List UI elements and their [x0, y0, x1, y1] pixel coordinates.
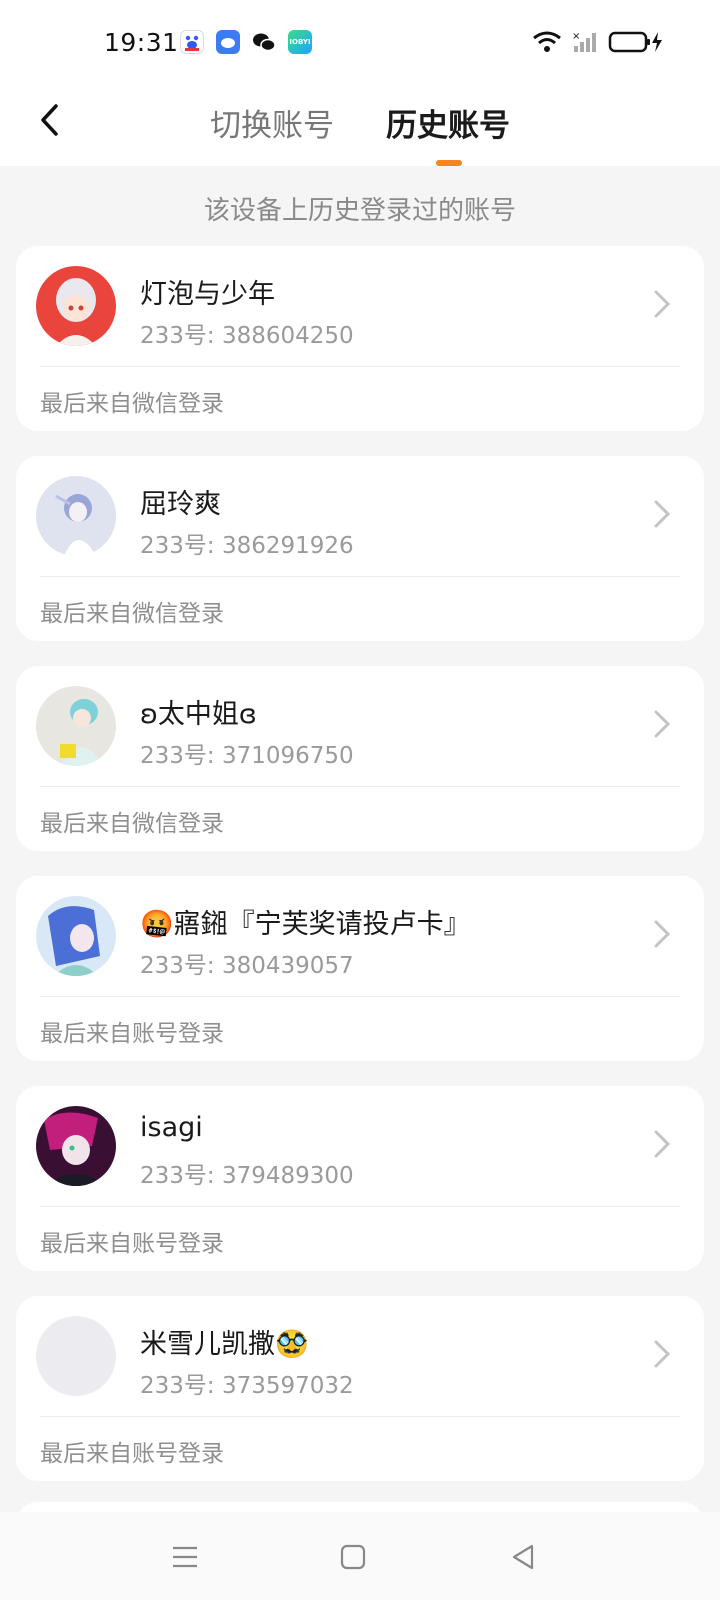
- system-nav-bar: [0, 1512, 720, 1600]
- active-tab-indicator: [436, 160, 462, 166]
- wechat-icon: [252, 30, 276, 54]
- baidu-icon: [180, 30, 204, 54]
- account-card[interactable]: 屈玲爽 233号: 386291926 最后来自微信登录: [16, 456, 704, 641]
- back-triangle-icon[interactable]: [506, 1540, 540, 1574]
- account-name: 🤬寤鎺『宁芙奖请投卢卡』: [140, 909, 471, 940]
- chevron-right-icon: [654, 710, 671, 738]
- cloud-icon: [216, 30, 240, 54]
- tab-switch-account[interactable]: 切换账号: [210, 100, 334, 145]
- account-id: 233号: 379489300: [140, 1163, 354, 1189]
- wifi-icon: [533, 31, 561, 52]
- account-card[interactable]: 灯泡与少年 233号: 388604250 最后来自微信登录: [16, 246, 704, 431]
- status-time: 19:31: [104, 28, 179, 57]
- login-source: 最后来自账号登录: [40, 1441, 224, 1467]
- divider: [40, 576, 680, 577]
- chevron-right-icon: [654, 1130, 671, 1158]
- account-card[interactable]: 🤬寤鎺『宁芙奖请投卢卡』 233号: 380439057 最后来自账号登录: [16, 876, 704, 1061]
- avatar: [36, 476, 116, 556]
- account-id: 233号: 371096750: [140, 743, 354, 769]
- account-id: 233号: 388604250: [140, 323, 354, 349]
- account-list: 灯泡与少年 233号: 388604250 最后来自微信登录 屈玲爽 233号:…: [16, 246, 704, 1506]
- history-subtitle: 该设备上历史登录过的账号: [203, 196, 516, 226]
- login-source: 最后来自微信登录: [40, 811, 224, 837]
- account-name: 灯泡与少年: [140, 279, 275, 310]
- divider: [40, 786, 680, 787]
- chevron-right-icon: [654, 1340, 671, 1368]
- login-source: 最后来自账号登录: [40, 1231, 224, 1257]
- account-id: 233号: 380439057: [140, 953, 354, 979]
- login-source: 最后来自微信登录: [40, 601, 224, 627]
- avatar: [36, 896, 116, 976]
- menu-icon[interactable]: [168, 1540, 202, 1574]
- header: 切换账号 历史账号: [0, 88, 720, 166]
- account-name: isagi: [140, 1112, 203, 1143]
- chevron-right-icon: [654, 920, 671, 948]
- status-app-icons: IOBYI: [180, 30, 312, 54]
- divider: [40, 1206, 680, 1207]
- signal-icon: ×: [572, 31, 596, 52]
- svg-text:×: ×: [572, 31, 580, 42]
- status-bar: 19:31 IOBYI ×: [0, 0, 720, 88]
- login-source: 最后来自账号登录: [40, 1021, 224, 1047]
- chevron-right-icon: [654, 290, 671, 318]
- login-source: 最后来自微信登录: [40, 391, 224, 417]
- back-button[interactable]: [28, 98, 72, 142]
- account-card[interactable]: isagi 233号: 379489300 最后来自账号登录: [16, 1086, 704, 1271]
- divider: [40, 1416, 680, 1417]
- divider: [40, 366, 680, 367]
- avatar: [36, 1106, 116, 1186]
- account-id: 233号: 386291926: [140, 533, 354, 559]
- account-name: ʚ太中姐ɞ: [140, 699, 257, 730]
- avatar: [36, 266, 116, 346]
- joy-icon: IOBYI: [288, 30, 312, 54]
- battery-icon: [608, 31, 662, 53]
- status-indicators: ×: [532, 30, 664, 54]
- account-id: 233号: 373597032: [140, 1373, 354, 1399]
- account-card[interactable]: 米雪儿凯撒🥸 233号: 373597032 最后来自账号登录: [16, 1296, 704, 1481]
- account-card[interactable]: ʚ太中姐ɞ 233号: 371096750 最后来自微信登录: [16, 666, 704, 851]
- chevron-right-icon: [654, 500, 671, 528]
- back-arrow-icon: [41, 104, 58, 136]
- home-icon[interactable]: [336, 1540, 370, 1574]
- account-name: 屈玲爽: [140, 489, 221, 520]
- avatar: [36, 1316, 116, 1396]
- tab-history-account[interactable]: 历史账号: [386, 100, 510, 145]
- divider: [40, 996, 680, 997]
- avatar: [36, 686, 116, 766]
- account-name: 米雪儿凯撒🥸: [140, 1329, 309, 1360]
